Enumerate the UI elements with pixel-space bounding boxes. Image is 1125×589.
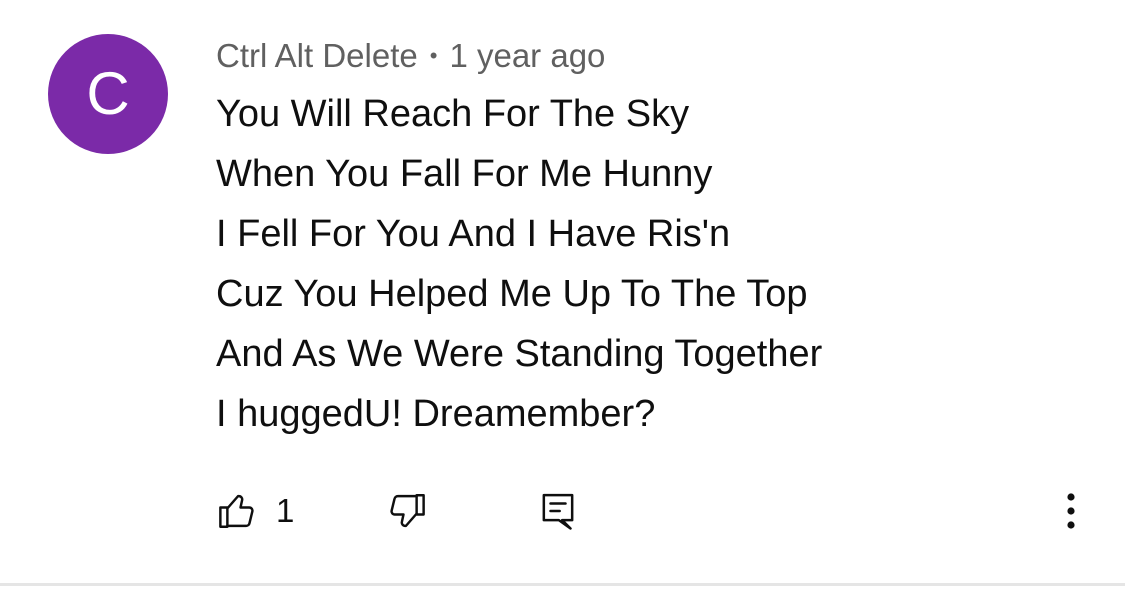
comment-line: I huggedU! Dreamember? [216, 393, 656, 435]
author-name[interactable]: Ctrl Alt Delete [216, 37, 418, 75]
comment-line: You Will Reach For The Sky [216, 93, 690, 135]
thumbs-up-icon [216, 490, 258, 532]
thumbs-down-icon [386, 490, 428, 532]
meta-separator: • [429, 43, 438, 68]
like-count: 1 [276, 492, 295, 529]
comment-header: Ctrl Alt Delete • 1 year ago [216, 34, 605, 78]
comment-timestamp[interactable]: 1 year ago [449, 37, 605, 75]
comment-line: When You Fall For Me Hunny [216, 153, 713, 195]
comment-line: And As We Were Standing Together [216, 333, 823, 375]
comment-actions: 1 [0, 486, 1125, 536]
like-button[interactable]: 1 [216, 486, 294, 536]
comment-divider [0, 583, 1125, 586]
avatar-letter: C [86, 60, 130, 127]
reply-comment-icon [538, 489, 578, 533]
dislike-button[interactable] [386, 486, 428, 536]
reply-button[interactable] [538, 486, 578, 536]
more-options-button[interactable] [1054, 486, 1088, 536]
avatar[interactable]: C [48, 34, 168, 154]
more-vertical-icon [1066, 491, 1076, 531]
comment-line: Cuz You Helped Me Up To The Top [216, 273, 808, 315]
comment-line: I Fell For You And I Have Ris'n [216, 213, 731, 255]
comment-text: You Will Reach For The Sky When You Fall… [216, 84, 1096, 444]
comment-card: C Ctrl Alt Delete • 1 year ago You Will … [0, 0, 1125, 584]
